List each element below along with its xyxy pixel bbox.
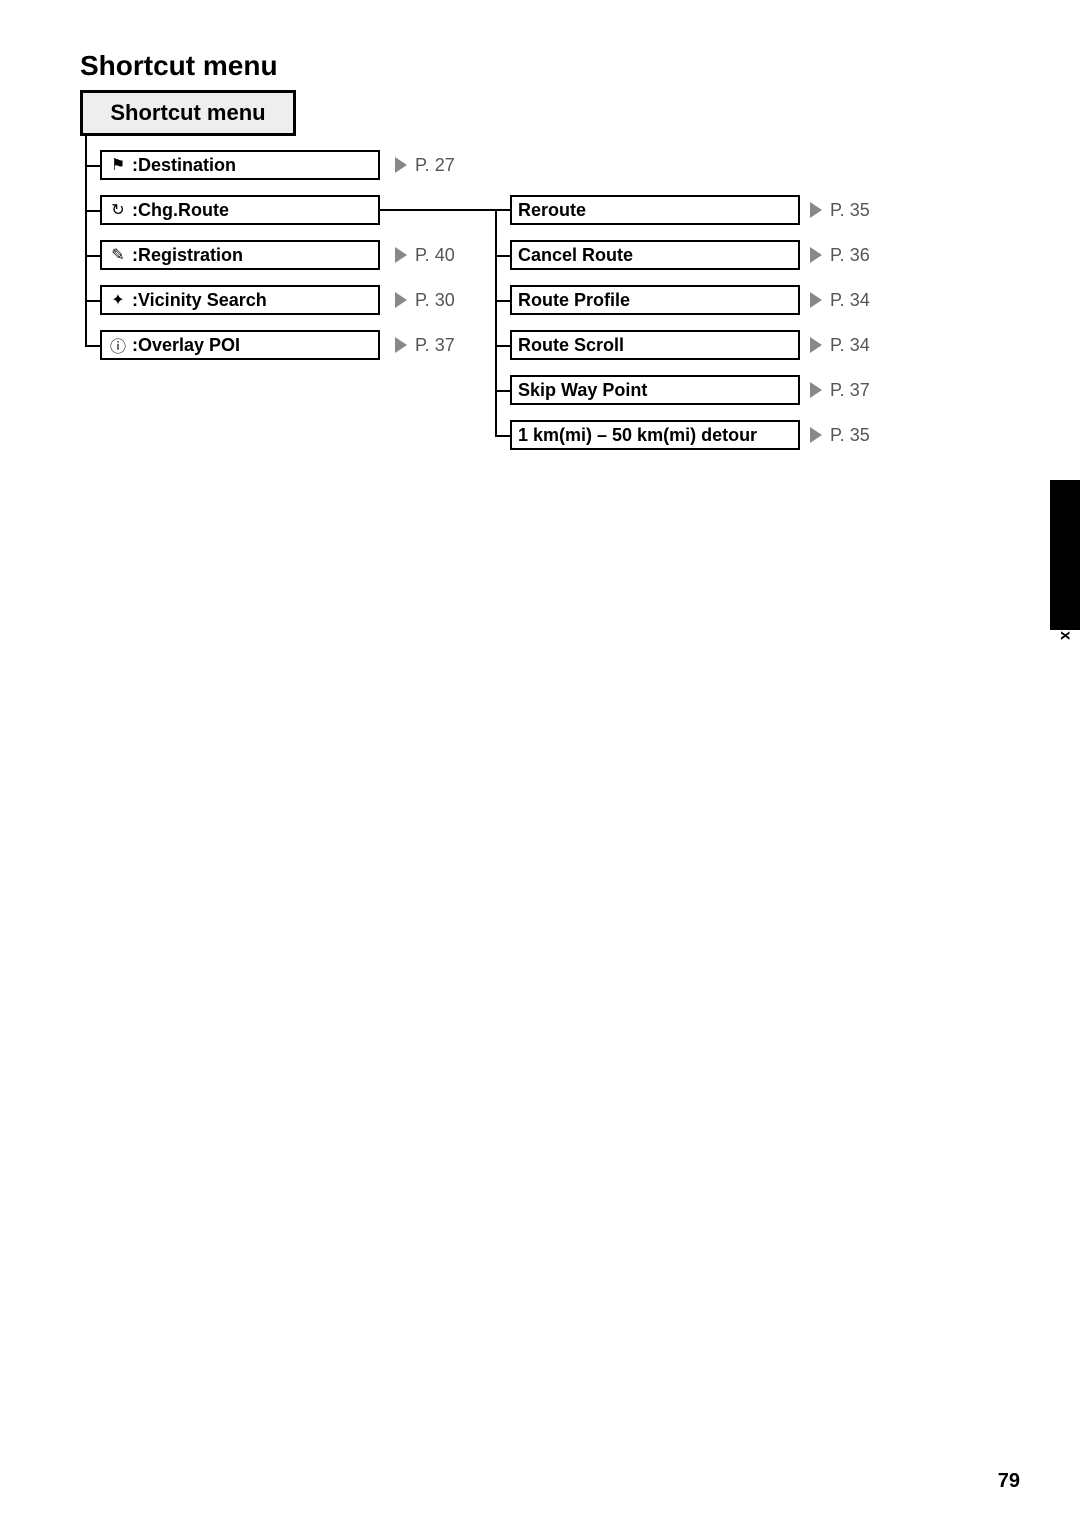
submenu-item-label: Route Scroll	[518, 335, 624, 356]
tree-line	[495, 435, 510, 437]
page: Shortcut menu Shortcut menu ⚑ :Destinati…	[0, 0, 1080, 1533]
page-ref: P. 34	[810, 285, 870, 315]
page-title: Shortcut menu	[80, 50, 278, 82]
tree-line	[495, 345, 510, 347]
triangle-icon	[395, 292, 407, 308]
page-ref-text: P. 40	[415, 245, 455, 266]
page-ref-text: P. 36	[830, 245, 870, 266]
tree-line	[495, 209, 510, 211]
page-ref: P. 40	[395, 240, 455, 270]
submenu-item-reroute: Reroute	[510, 195, 800, 225]
root-label: Shortcut menu	[110, 100, 265, 126]
vicinity-icon: ✦	[108, 290, 128, 310]
submenu-item-route-profile: Route Profile	[510, 285, 800, 315]
section-label: Appendix	[1056, 567, 1074, 640]
page-ref: P. 35	[810, 420, 870, 450]
triangle-icon	[810, 202, 822, 218]
page-ref-text: P. 34	[830, 335, 870, 356]
page-ref-text: P. 27	[415, 155, 455, 176]
triangle-icon	[810, 427, 822, 443]
page-ref-text: P. 34	[830, 290, 870, 311]
menu-item-label: :Registration	[132, 245, 243, 266]
tree-line	[85, 255, 100, 257]
tree-line	[85, 210, 100, 212]
submenu-item-route-scroll: Route Scroll	[510, 330, 800, 360]
page-ref: P. 36	[810, 240, 870, 270]
page-ref: P. 35	[810, 195, 870, 225]
page-ref-text: P. 30	[415, 290, 455, 311]
menu-item-label: :Vicinity Search	[132, 290, 267, 311]
page-ref-text: P. 37	[830, 380, 870, 401]
page-ref: P. 30	[395, 285, 455, 315]
route-icon: ↻	[108, 200, 128, 220]
page-ref-text: P. 35	[830, 425, 870, 446]
tree-line	[495, 300, 510, 302]
tree-line	[85, 345, 100, 347]
menu-item-registration: ✎ :Registration	[100, 240, 380, 270]
triangle-icon	[395, 247, 407, 263]
tree-line	[85, 165, 100, 167]
submenu-item-skip-waypoint: Skip Way Point	[510, 375, 800, 405]
menu-item-label: :Chg.Route	[132, 200, 229, 221]
submenu-item-label: Route Profile	[518, 290, 630, 311]
page-number: 79	[998, 1470, 1020, 1493]
triangle-icon	[810, 337, 822, 353]
root-box: Shortcut menu	[80, 90, 296, 136]
poi-icon: ⓘ	[108, 333, 128, 357]
page-ref: P. 34	[810, 330, 870, 360]
triangle-icon	[395, 337, 407, 353]
registration-icon: ✎	[108, 245, 128, 265]
triangle-icon	[395, 157, 407, 173]
page-ref-text: P. 35	[830, 200, 870, 221]
destination-icon: ⚑	[108, 155, 128, 175]
menu-item-chg-route: ↻ :Chg.Route	[100, 195, 380, 225]
submenu-item-label: Cancel Route	[518, 245, 633, 266]
tree-line	[495, 255, 510, 257]
triangle-icon	[810, 292, 822, 308]
menu-item-label: :Overlay POI	[132, 335, 240, 356]
tree-line	[85, 300, 100, 302]
page-ref: P. 27	[395, 150, 455, 180]
triangle-icon	[810, 247, 822, 263]
page-ref: P. 37	[810, 375, 870, 405]
tree-line	[495, 209, 497, 437]
submenu-item-detour: 1 km(mi) – 50 km(mi) detour	[510, 420, 800, 450]
submenu-item-cancel-route: Cancel Route	[510, 240, 800, 270]
menu-item-vicinity-search: ✦ :Vicinity Search	[100, 285, 380, 315]
tree-line	[495, 390, 510, 392]
menu-item-destination: ⚑ :Destination	[100, 150, 380, 180]
menu-item-overlay-poi: ⓘ :Overlay POI	[100, 330, 380, 360]
tree-line	[380, 209, 495, 211]
submenu-item-label: Reroute	[518, 200, 586, 221]
submenu-item-label: Skip Way Point	[518, 380, 647, 401]
menu-item-label: :Destination	[132, 155, 236, 176]
page-ref-text: P. 37	[415, 335, 455, 356]
triangle-icon	[810, 382, 822, 398]
submenu-item-label: 1 km(mi) – 50 km(mi) detour	[518, 425, 757, 446]
page-ref: P. 37	[395, 330, 455, 360]
